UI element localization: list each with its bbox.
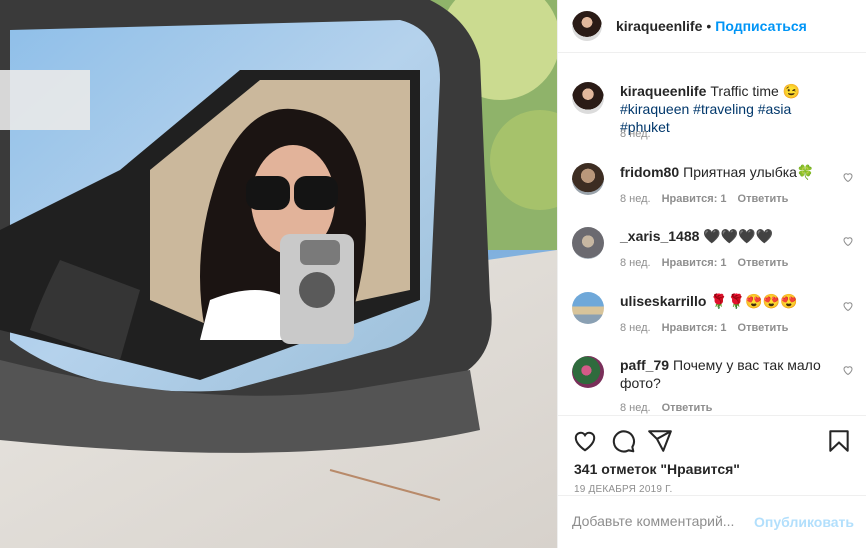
commenter-username[interactable]: paff_79 bbox=[620, 357, 669, 373]
commenter-avatar[interactable] bbox=[572, 227, 604, 259]
header-separator: • bbox=[706, 18, 712, 34]
reply-button[interactable]: Ответить bbox=[738, 193, 789, 205]
likes-count[interactable]: 341 отметок "Нравится" bbox=[574, 461, 740, 477]
commenter-username[interactable]: fridom80 bbox=[620, 164, 679, 180]
follow-button[interactable]: Подписаться bbox=[715, 18, 807, 34]
comment-meta: 8 нед. Нравится: 1 Ответить bbox=[620, 193, 799, 205]
commenter-avatar[interactable] bbox=[572, 163, 604, 195]
comment-likes[interactable]: Нравится: 1 bbox=[662, 193, 727, 205]
comment-likes[interactable]: Нравится: 1 bbox=[662, 322, 727, 334]
comments-list[interactable]: kiraqueenlife Traffic time 😉 #kiraqueen #… bbox=[558, 53, 866, 415]
action-icons bbox=[572, 428, 852, 454]
add-comment-bar: Опубликовать bbox=[558, 495, 866, 549]
instagram-post-modal: kiraqueenlife • Подписаться kiraqueenlif… bbox=[0, 0, 866, 548]
comment-meta: 8 нед. Нравится: 1 Ответить bbox=[620, 257, 799, 269]
comment-meta: 8 нед. Нравится: 1 Ответить bbox=[620, 322, 799, 334]
comment-time[interactable]: 8 нед. bbox=[620, 402, 651, 414]
comment-body: uliseskarrillo 🌹🌹😍😍😍 bbox=[620, 292, 828, 310]
comment-likes[interactable]: Нравится: 1 bbox=[662, 257, 727, 269]
caption-avatar[interactable] bbox=[572, 82, 604, 114]
comment-meta: 8 нед. Ответить bbox=[620, 402, 723, 414]
post-photo-image bbox=[0, 0, 557, 548]
author-avatar[interactable] bbox=[572, 11, 602, 41]
commenter-avatar[interactable] bbox=[572, 356, 604, 388]
caption-text: Traffic time 😉 bbox=[710, 83, 801, 99]
author-username[interactable]: kiraqueenlife bbox=[616, 18, 702, 34]
heart-icon[interactable] bbox=[842, 171, 854, 183]
comment-body: paff_79 Почему у вас так мало фото? bbox=[620, 356, 828, 392]
post-header: kiraqueenlife • Подписаться bbox=[558, 0, 866, 53]
comment-input[interactable] bbox=[572, 513, 752, 529]
comment-text: 🌹🌹😍😍😍 bbox=[710, 293, 798, 309]
post-date: 19 ДЕКАБРЯ 2019 Г. bbox=[574, 484, 673, 495]
caption-meta: 8 нед. bbox=[620, 128, 662, 140]
reply-button[interactable]: Ответить bbox=[662, 402, 713, 414]
share-icon[interactable] bbox=[647, 428, 673, 454]
comment-text: Приятная улыбка🍀 bbox=[683, 164, 815, 180]
commenter-avatar[interactable] bbox=[572, 292, 604, 324]
hashtag-link[interactable]: #kiraqueen bbox=[620, 101, 689, 117]
comment-icon[interactable] bbox=[610, 428, 636, 454]
heart-icon[interactable] bbox=[572, 428, 598, 454]
comment-body: _xaris_1488 🖤🖤🖤🖤 bbox=[620, 227, 828, 245]
hashtag-link[interactable]: #asia bbox=[758, 101, 791, 117]
publish-button[interactable]: Опубликовать bbox=[754, 514, 854, 530]
post-side-panel: kiraqueenlife • Подписаться kiraqueenlif… bbox=[557, 0, 866, 548]
hashtag-link[interactable]: #traveling bbox=[693, 101, 754, 117]
caption-username[interactable]: kiraqueenlife bbox=[620, 83, 706, 99]
comment-body: fridom80 Приятная улыбка🍀 bbox=[620, 163, 828, 181]
reply-button[interactable]: Ответить bbox=[738, 257, 789, 269]
heart-icon[interactable] bbox=[842, 364, 854, 376]
post-photo[interactable] bbox=[0, 0, 557, 548]
comment-time[interactable]: 8 нед. bbox=[620, 193, 651, 205]
comment-time[interactable]: 8 нед. bbox=[620, 322, 651, 334]
commenter-username[interactable]: _xaris_1488 bbox=[620, 228, 699, 244]
comment-text: 🖤🖤🖤🖤 bbox=[703, 228, 774, 244]
reply-button[interactable]: Ответить bbox=[738, 322, 789, 334]
comment-time[interactable]: 8 нед. bbox=[620, 257, 651, 269]
commenter-username[interactable]: uliseskarrillo bbox=[620, 293, 706, 309]
caption-time[interactable]: 8 нед. bbox=[620, 128, 651, 140]
heart-icon[interactable] bbox=[842, 235, 854, 247]
heart-icon[interactable] bbox=[842, 300, 854, 312]
bookmark-icon[interactable] bbox=[826, 428, 852, 454]
